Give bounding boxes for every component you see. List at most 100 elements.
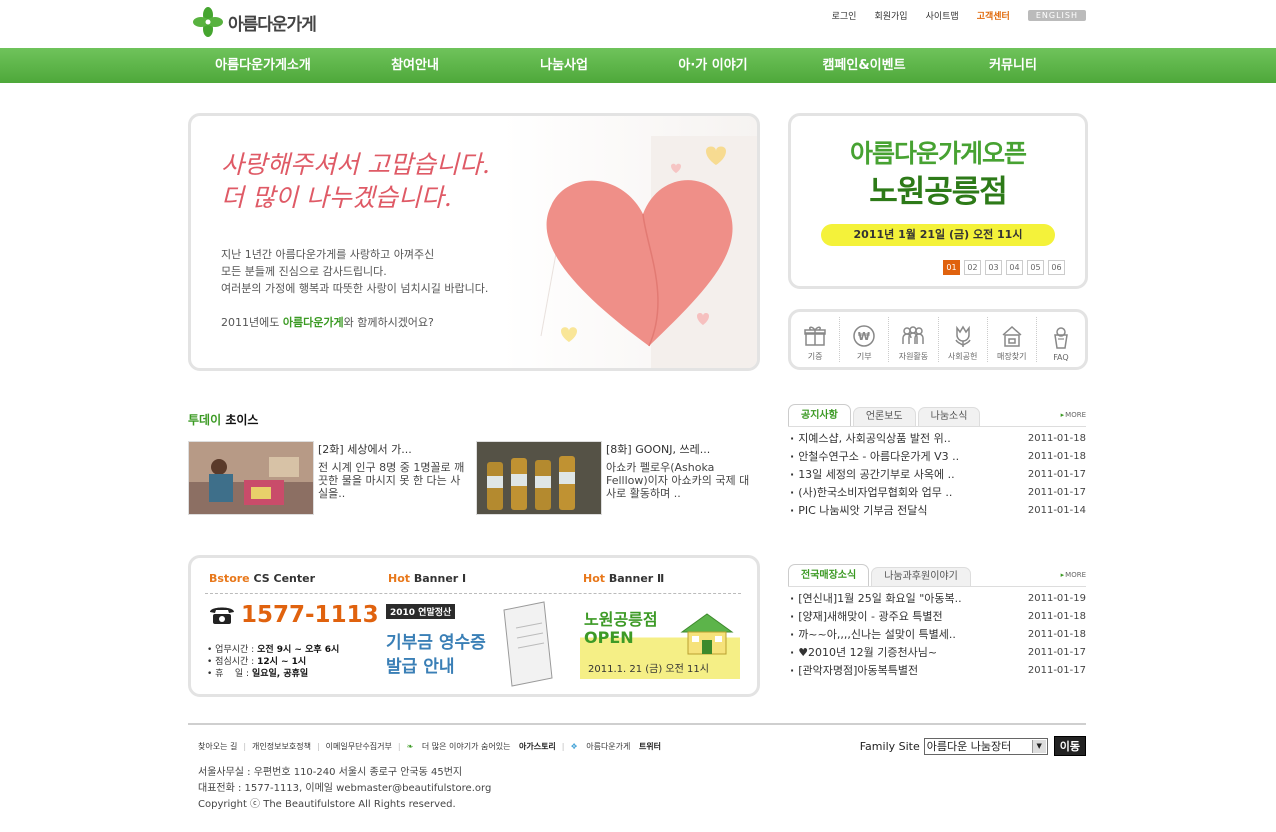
quick-donate-money[interactable]: ₩ 기부 [840,317,890,362]
customer-center-link[interactable]: 고객센터 [977,9,1010,22]
quick-volunteer[interactable]: 자원활동 [889,317,939,362]
pager-04[interactable]: 04 [1006,260,1023,275]
footer-divider [188,723,1086,725]
banner-foot-brand: 아름다운가게 [282,316,344,329]
choice-title[interactable]: [8화] GOONJ, 쓰레... [606,441,710,457]
footer-links: 찾아오는 길 | 개인정보보호정책 | 이메일무단수집거부 | ❧ 더 많은 이… [198,741,667,752]
list-item-title[interactable]: 까~~아,,,,신나는 설맞이 특별세.. [790,626,956,644]
list-item[interactable]: ♥2010년 12월 기증천사님~ 2011-01-17 [790,644,1086,662]
store-news-more-link[interactable]: MORE [1061,571,1086,579]
join-link[interactable]: 회원가입 [874,9,907,22]
cs-hours-value: 12시 ~ 1시 [257,657,307,667]
cs-hours-value: 오전 9시 ~ 오후 6시 [257,645,340,655]
list-item-title[interactable]: PIC 나눔씨앗 기부금 전달식 [790,502,927,520]
store-news-board: 전국매장소식 나눔과후원이야기 MORE [연신내]1월 25일 화요일 "아동… [788,564,1086,680]
pager-03[interactable]: 03 [985,260,1002,275]
tab-press[interactable]: 언론보도 [852,407,916,426]
nav-campaign[interactable]: 캠페인&이벤트 [799,48,929,83]
list-item[interactable]: (사)한국소비자업무협회와 업무 .. 2011-01-17 [790,484,1086,502]
nav-participate[interactable]: 참여안내 [350,48,480,83]
banner-headline-line2: 더 많이 나누겠습니다. [221,183,452,212]
list-item-title[interactable]: 안철수연구소 - 아름다운가게 V3 .. [790,448,959,466]
list-item[interactable]: [관악자명점]아동복특별전 2011-01-17 [790,662,1086,680]
open-banner-date: 2011년 1월 21일 (금) 오전 11시 [821,224,1055,246]
pager-01[interactable]: 01 [943,260,960,275]
footer-twitter-link[interactable]: ❖ 아름다운가게 트위터 [571,741,662,752]
footer-copyright: Copyright ⓒ The Beautifulstore All Right… [198,799,456,810]
cs-divider [205,593,741,594]
quick-label-social: 사회공헌 [947,352,978,361]
pager-02[interactable]: 02 [964,260,981,275]
list-item-title[interactable]: 지예스샵, 사회공익상품 발전 위.. [790,430,951,448]
list-item-date: 2011-01-14 [1027,505,1086,516]
footer-separator: | [243,742,247,751]
choice-item[interactable]: [8화] GOONJ, 쓰레... 아쇼카 펠로우(Ashoka Felllow… [476,441,756,517]
list-item[interactable]: [양재]새해맞이 - 광주요 특별전 2011-01-18 [790,608,1086,626]
login-link[interactable]: 로그인 [832,9,857,22]
nav-stories[interactable]: 아·가 이야기 [648,48,778,83]
footer-separator: | [316,742,320,751]
banner-foot-pre: 2011년에도 [221,316,283,329]
notice-more-link[interactable]: MORE [1061,411,1086,419]
list-item-title[interactable]: [연신내]1월 25일 화요일 "아동복.. [790,590,961,608]
footer-story-link[interactable]: ❧ 더 많은 이야기가 숨어있는 아가스토리 [407,741,556,752]
cs-hours-row: • 휴 일 : 일요일, 공휴일 [207,669,309,679]
tab-notice[interactable]: 공지사항 [788,404,851,426]
hot-banner-receipt[interactable]: 2010 연말정산 기부금 영수증 발급 안내 [386,601,553,687]
choice-title[interactable]: [2화] 세상에서 가... [318,441,412,457]
footer-link-directions[interactable]: 찾아오는 길 [198,741,237,752]
pager-06[interactable]: 06 [1048,260,1065,275]
list-item-title[interactable]: 13일 세정의 공간기부로 사옥에 .. [790,466,954,484]
hot-banner-store-open[interactable]: 노원공릉점 OPEN 2011.1. 21 (금) 오전 11시 [580,604,740,679]
list-item-date: 2011-01-18 [1027,451,1086,462]
pager-05[interactable]: 05 [1027,260,1044,275]
list-item-title[interactable]: [양재]새해맞이 - 광주요 특별전 [790,608,942,626]
main-banner[interactable]: 사랑해주셔서 고맙습니다. 더 많이 나누겠습니다. 지난 1년간 아름다운가게… [188,113,760,371]
sitemap-link[interactable]: 사이트맵 [926,9,959,22]
tab-sharing-news[interactable]: 나눔소식 [917,407,981,426]
choice-thumbnail[interactable] [476,441,602,515]
footer-link-privacy[interactable]: 개인정보보호정책 [252,741,311,752]
gift-icon [804,326,826,346]
family-go-button[interactable]: 이동 [1053,736,1086,756]
list-item[interactable]: 까~~아,,,,신나는 설맞이 특별세.. 2011-01-18 [790,626,1086,644]
list-item[interactable]: 안철수연구소 - 아름다운가게 V3 .. 2011-01-18 [790,448,1086,466]
footer-address: 서울사무실 : 우편번호 110-240 서울시 종로구 안국동 45번지 대표… [198,765,491,813]
nav-sharing[interactable]: 나눔사업 [499,48,629,83]
list-item-date: 2011-01-17 [1027,469,1086,480]
quick-label-faq: FAQ [1053,353,1069,362]
footer-contact-line: 대표전화 : 1577-1113, 이메일 webmaster@beautifu… [198,783,492,794]
list-item-title[interactable]: ♥2010년 12월 기증천사님~ [790,644,937,662]
tab-support-stories[interactable]: 나눔과후원이야기 [871,567,971,586]
quick-social[interactable]: 사회공헌 [939,317,988,362]
list-item[interactable]: 13일 세정의 공간기부로 사옥에 .. 2011-01-17 [790,466,1086,484]
store-open-banner[interactable]: 아름다운가게오픈 노원공릉점 2011년 1월 21일 (금) 오전 11시 0… [788,113,1088,289]
cs-head-title: CS Center [253,572,316,585]
nav-about[interactable]: 아름다운가게소개 [198,48,328,83]
choice-item[interactable]: [2화] 세상에서 가... 전 시계 인구 8명 중 1명꼴로 깨끗한 물을 … [188,441,468,517]
people-icon [902,326,925,344]
quick-menu: 기증 ₩ 기부 자원활동 사회공헌 매장찾기 FAQ [788,309,1088,370]
quick-label-volunteer: 자원활동 [898,352,929,361]
footer-link-email-policy[interactable]: 이메일무단수집거부 [326,741,392,752]
notice-board: 공지사항 언론보도 나눔소식 MORE 지예스샵, 사회공익상품 발전 위.. 2… [788,404,1086,520]
quick-find-store[interactable]: 매장찾기 [988,317,1037,362]
nav-community[interactable]: 커뮤니티 [948,48,1078,83]
quick-faq[interactable]: FAQ [1037,317,1085,362]
list-item-title[interactable]: (사)한국소비자업무협회와 업무 .. [790,484,952,502]
site-logo[interactable]: 아름다운가게 [192,6,317,38]
list-item[interactable]: [연신내]1월 25일 화요일 "아동복.. 2011-01-19 [790,590,1086,608]
choice-photo-image [189,442,313,514]
banner-body-line2: 모든 분들께 진심으로 감사드립니다. [221,265,387,278]
list-item[interactable]: 지예스샵, 사회공익상품 발전 위.. 2011-01-18 [790,430,1086,448]
quick-donate-goods[interactable]: 기증 [791,317,841,362]
list-item[interactable]: PIC 나눔씨앗 기부금 전달식 2011-01-14 [790,502,1086,520]
tab-store-news[interactable]: 전국매장소식 [788,564,870,586]
english-button[interactable]: ENGLISH [1027,10,1086,21]
list-item-title[interactable]: [관악자명점]아동복특별전 [790,662,918,680]
footer-separator: | [561,742,565,751]
notice-tabs: 공지사항 언론보도 나눔소식 [788,404,1086,426]
family-site-select[interactable]: 아름다운 나눔장터 [923,737,1048,755]
choice-thumbnail[interactable] [188,441,314,515]
top-util-links: 로그인 회원가입 사이트맵 고객센터 ENGLISH [814,9,1086,22]
